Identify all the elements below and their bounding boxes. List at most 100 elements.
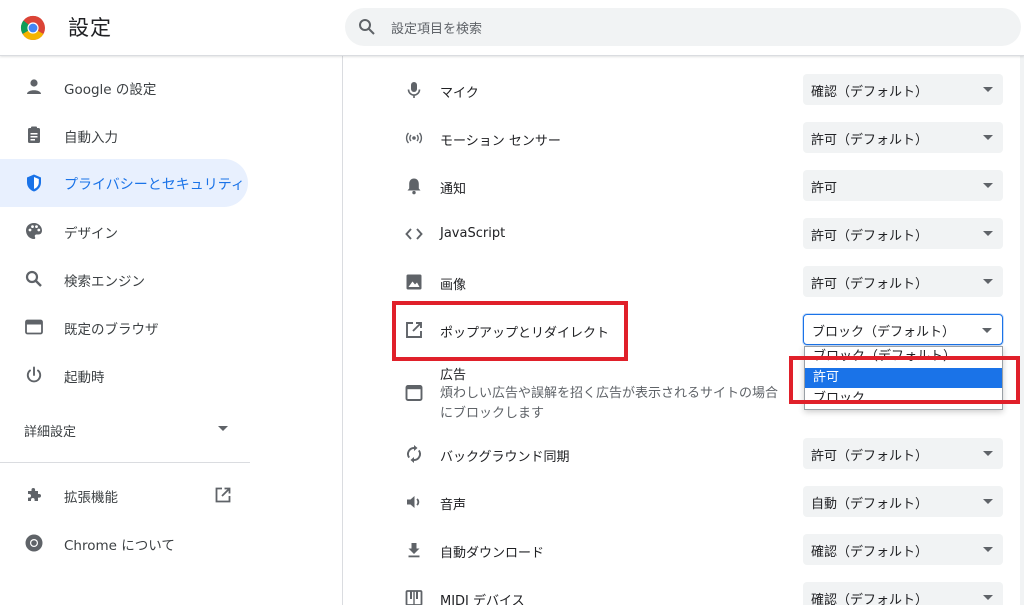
select-value: 許可（デフォルト）: [811, 229, 929, 244]
caret-down-icon: [982, 328, 992, 333]
permission-label: MIDI デバイス: [440, 594, 525, 605]
permission-label: 通知: [440, 182, 467, 197]
select-value: 許可（デフォルト）: [811, 133, 929, 148]
code-icon: [405, 228, 423, 240]
permission-label: バックグラウンド同期: [440, 450, 570, 465]
select-value: 許可: [811, 181, 838, 196]
person-icon: [27, 79, 41, 94]
puzzle-icon: [28, 488, 41, 501]
select-value: ブロック（デフォルト）: [812, 325, 956, 340]
permission-label: ポップアップとリダイレクト: [440, 326, 610, 341]
permission-select[interactable]: 許可（デフォルト）: [803, 122, 1003, 153]
sidebar-item-google[interactable]: Google の設定: [0, 63, 248, 111]
scrollbar[interactable]: [1020, 56, 1024, 605]
permission-select[interactable]: 許可（デフォルト）: [803, 218, 1003, 249]
permission-label: 画像: [440, 278, 467, 293]
search-icon: [359, 19, 375, 35]
ad-window-icon: [405, 385, 423, 401]
shield-icon: [27, 174, 41, 192]
permission-label: JavaScript: [440, 226, 506, 241]
sidebar-item-privacy[interactable]: プライバシーとセキュリティ: [0, 159, 248, 207]
permission-row-midi-devices: MIDI デバイス 確認（デフォルト）: [344, 574, 1024, 605]
search-input[interactable]: 設定項目を検索: [391, 18, 482, 37]
volume-icon: [407, 496, 420, 508]
permission-row-notifications: 通知 許可: [344, 162, 1024, 210]
chrome-icon: [25, 534, 43, 552]
dropdown-option-block-default[interactable]: ブロック（デフォルト）: [805, 347, 1002, 367]
caret-down-icon: [983, 183, 993, 188]
permission-label: マイク: [440, 86, 479, 101]
select-value: 確認（デフォルト）: [811, 85, 929, 100]
search-icon: [25, 270, 42, 287]
permission-label: 音声: [440, 498, 467, 513]
mic-icon: [407, 82, 421, 98]
permission-select[interactable]: 確認（デフォルト）: [803, 74, 1003, 105]
dropdown-option-allow[interactable]: 許可: [805, 368, 1002, 388]
sidebar-item-label: Google の設定: [64, 82, 157, 98]
permission-select[interactable]: 確認（デフォルト）: [803, 534, 1003, 565]
caret-down-icon: [983, 279, 993, 284]
permission-row-automatic-downloads: 自動ダウンロード 確認（デフォルト）: [344, 526, 1024, 574]
power-icon: [26, 366, 42, 383]
sidebar-item-label: 拡張機能: [64, 490, 118, 506]
sidebar-item-search-engine[interactable]: 検索エンジン: [0, 255, 248, 303]
permission-select[interactable]: 確認（デフォルト）: [803, 582, 1003, 605]
page-title: 設定: [68, 16, 112, 40]
sidebar-divider: [0, 462, 250, 463]
permission-label: モーション センサー: [440, 134, 561, 149]
chevron-down-icon[interactable]: [218, 426, 228, 431]
permission-select[interactable]: ブロック（デフォルト）: [803, 314, 1003, 345]
advanced-settings-toggle[interactable]: 詳細設定: [24, 421, 76, 440]
clipboard-icon: [28, 126, 40, 143]
caret-down-icon: [983, 595, 993, 600]
permission-label: 広告: [440, 368, 467, 383]
permission-row-images: 画像 許可（デフォルト）: [344, 258, 1024, 306]
open-in-new-icon: [406, 322, 422, 338]
caret-down-icon: [983, 547, 993, 552]
palette-icon: [26, 223, 42, 239]
select-value: 許可（デフォルト）: [811, 277, 929, 292]
image-icon: [406, 274, 422, 290]
open-in-new-icon[interactable]: [214, 486, 232, 504]
permission-select[interactable]: 許可: [803, 170, 1003, 201]
select-value: 許可（デフォルト）: [811, 449, 929, 464]
app-header: 設定 設定項目を検索: [0, 0, 1024, 56]
chrome-logo-icon: [20, 15, 45, 41]
caret-down-icon: [983, 231, 993, 236]
select-value: 自動（デフォルト）: [811, 497, 929, 512]
motion-sensor-icon: [405, 132, 423, 144]
search-box[interactable]: 設定項目を検索: [345, 8, 1021, 46]
select-value: 確認（デフォルト）: [811, 545, 929, 560]
popups-dropdown-list: ブロック（デフォルト） 許可 ブロック: [804, 346, 1003, 410]
permission-row-motion-sensors: モーション センサー 許可（デフォルト）: [344, 114, 1024, 162]
permission-select[interactable]: 自動（デフォルト）: [803, 486, 1003, 517]
sidebar-item-label: デザイン: [64, 226, 118, 242]
sidebar-item-about[interactable]: Chrome について: [0, 519, 248, 567]
sidebar-item-appearance[interactable]: デザイン: [0, 207, 248, 255]
download-icon: [408, 543, 420, 558]
sidebar-item-label: 自動入力: [64, 130, 118, 146]
bell-icon: [407, 178, 421, 195]
caret-down-icon: [983, 87, 993, 92]
caret-down-icon: [983, 135, 993, 140]
permission-select[interactable]: 許可（デフォルト）: [803, 438, 1003, 469]
sidebar-item-extensions[interactable]: 拡張機能: [0, 471, 248, 519]
sidebar-item-label: 起動時: [64, 370, 105, 386]
permission-row-javascript: JavaScript 許可（デフォルト）: [344, 210, 1024, 258]
sidebar-item-default-browser[interactable]: 既定のブラウザ: [0, 303, 248, 351]
sidebar-item-label: プライバシーとセキュリティ: [64, 177, 245, 193]
permission-select[interactable]: 許可（デフォルト）: [803, 266, 1003, 297]
permission-row-sound: 音声 自動（デフォルト）: [344, 478, 1024, 526]
sidebar-item-autofill[interactable]: 自動入力: [0, 111, 248, 159]
site-permissions-list: マイク 確認（デフォルト） モーション センサー 許可（デフォルト） 通知 許可: [344, 56, 1024, 605]
sidebar-item-on-startup[interactable]: 起動時: [0, 351, 248, 399]
dropdown-option-block[interactable]: ブロック: [805, 389, 1002, 409]
sidebar-item-label: 既定のブラウザ: [64, 322, 159, 338]
caret-down-icon: [983, 451, 993, 456]
browser-icon: [25, 319, 43, 335]
permission-label: 自動ダウンロード: [440, 546, 545, 561]
piano-icon: [405, 590, 423, 605]
sidebar: Google の設定 自動入力 プライバシーとセキュリティ デザイン 検索エンジ…: [0, 56, 343, 605]
select-value: 確認（デフォルト）: [811, 593, 929, 605]
sync-icon: [407, 445, 421, 463]
